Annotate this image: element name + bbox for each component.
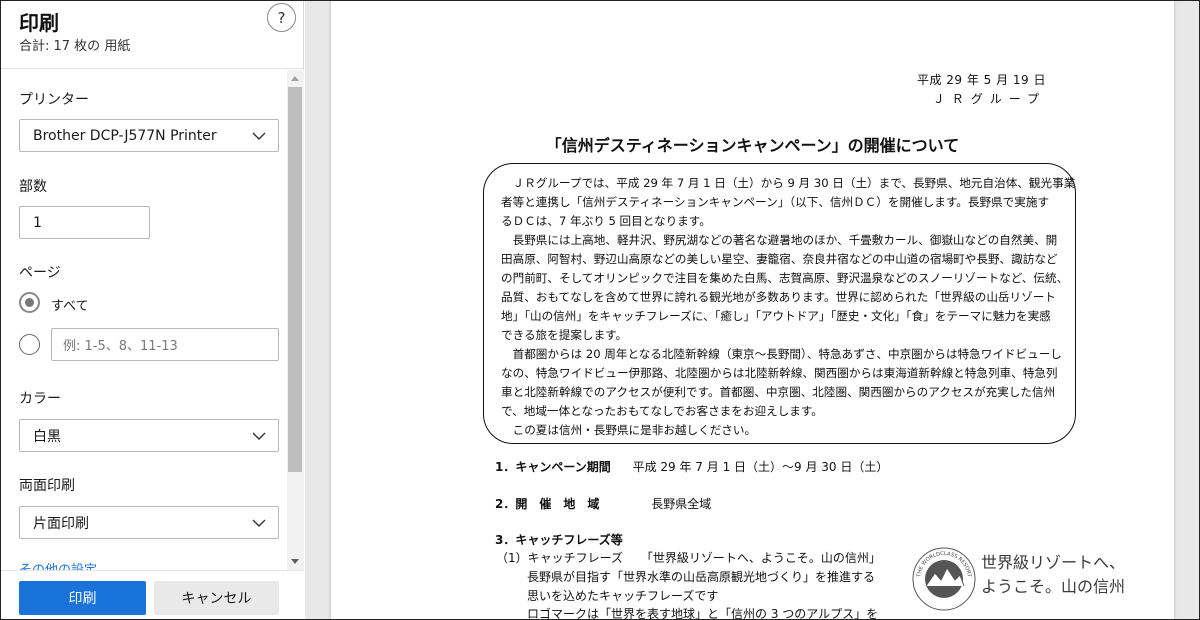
section-2-heading: 2．開 催 地 域 bbox=[495, 497, 600, 511]
section-1-heading: 1．キャンペーン期間 bbox=[495, 460, 611, 474]
summary-line: この夏は信州・長野県に是非お越しください。 bbox=[501, 423, 757, 437]
catchphrase-value: 「世界級リゾートへ、ようこそ。山の信州」 bbox=[640, 551, 881, 565]
campaign-logo: THE WORLDCLASS RESORT SHINSHU bbox=[912, 547, 976, 611]
pages-range-radio[interactable] bbox=[19, 334, 40, 355]
sheet-count: 合計: 17 枚の 用紙 bbox=[19, 39, 131, 54]
chevron-down-icon bbox=[252, 432, 266, 440]
more-settings-link[interactable]: その他の設定 bbox=[19, 559, 97, 570]
summary-line: の門前町、そしてオリンピックで注目を集めた白馬、志賀高原、野沢温泉などのスノーリ… bbox=[501, 271, 1069, 285]
summary-line: るＤＣは、7 年ぶり 5 回目となります。 bbox=[501, 214, 711, 228]
document-title: 「信州デスティネーションキャンペーン」の開催について bbox=[545, 136, 960, 155]
document-date: 平成 29 年 5 月 19 日 bbox=[916, 73, 1046, 87]
summary-line: 地」「山の信州」をキャッチフレーズに、「癒し」「アウトドア」「歴史・文化」「食」… bbox=[501, 309, 1051, 323]
printer-value: Brother DCP-J577N Printer bbox=[33, 127, 217, 144]
panel-header: 印刷 合計: 17 枚の 用紙 ? bbox=[1, 1, 304, 69]
catchphrase-desc-1: 長野県が目指す「世界水準の山岳高原観光地づくり」を推進する bbox=[527, 570, 876, 584]
copies-input[interactable]: 1 bbox=[19, 206, 150, 239]
summary-line: 長野県には上高地、軽井沢、野尻湖などの著名な避暑地のほか、千畳敷カール、御嶽山な… bbox=[501, 233, 1058, 247]
catchphrase-desc-2: 思いを込めたキャッチフレーズです bbox=[527, 589, 719, 603]
printer-select[interactable]: Brother DCP-J577N Printer bbox=[19, 119, 279, 152]
catchphrase-desc-3: ロゴマークは「世界を表す地球」と「信州の 3 つのアルプス」を bbox=[527, 607, 879, 620]
summary-line: 車と北陸新幹線でのアクセスが便利です。首都圏、中京圏、北陸圏、関西圏からのアクセ… bbox=[501, 385, 1056, 399]
logo-wordmark: 世界級リゾートへ、 ようこそ。山の信州 bbox=[981, 551, 1125, 599]
color-value: 白黒 bbox=[33, 428, 61, 445]
preview-page: 平成 29 年 5 月 19 日 ＪＲグループ 「信州デスティネーションキャンペ… bbox=[331, 1, 1174, 620]
copies-label: 部数 bbox=[19, 179, 47, 195]
summary-line: できる旅を提案します。 bbox=[501, 328, 628, 342]
duplex-value: 片面印刷 bbox=[33, 515, 89, 532]
cancel-button[interactable]: キャンセル bbox=[154, 581, 279, 615]
duplex-select[interactable]: 片面印刷 bbox=[19, 506, 279, 539]
chevron-down-icon bbox=[252, 519, 266, 527]
section-3-heading: 3．キャッチフレーズ等 bbox=[495, 533, 623, 547]
color-select[interactable]: 白黒 bbox=[19, 419, 279, 452]
section-1: 1．キャンペーン期間 平成 29 年 7 月 1 日（土）～9 月 30 日（土… bbox=[495, 458, 888, 475]
color-label: カラー bbox=[19, 391, 61, 407]
section-2-value: 長野県全域 bbox=[651, 497, 712, 511]
printer-label: プリンター bbox=[19, 92, 89, 108]
summary-text: ＪＲグループでは、平成 29 年 7 月 1 日（土）から 9 月 30 日（土… bbox=[501, 174, 1076, 440]
catchphrase-item: （1）キャッチフレーズ 「世界級リゾートへ、ようこそ。山の信州」 bbox=[496, 549, 881, 566]
summary-line: 田高原、阿智村、野辺山高原などの美しい星空、妻籠宿、奈良井宿などの中山道の宿場町… bbox=[501, 252, 1058, 266]
pages-all-label: すべて bbox=[51, 299, 89, 314]
summary-line: なの、特急ワイドビュー伊那路、北陸圏からは北陸新幹線、関西圏からは東海道新幹線と… bbox=[501, 366, 1058, 380]
print-button[interactable]: 印刷 bbox=[19, 581, 146, 615]
summary-line: 品質、おもてなしを含めて世界に誇れる観光地が多数あります。世界に認められた「世界… bbox=[501, 290, 1056, 304]
duplex-label: 両面印刷 bbox=[19, 478, 75, 494]
pages-range-input[interactable]: 例: 1-5、8、11-13 bbox=[51, 328, 279, 361]
panel-footer: 印刷 キャンセル bbox=[1, 570, 304, 619]
print-settings-panel: 印刷 合計: 17 枚の 用紙 ? プリンター Brother DCP-J577… bbox=[1, 1, 304, 619]
print-preview[interactable]: 平成 29 年 5 月 19 日 ＪＲグループ 「信州デスティネーションキャンペ… bbox=[305, 1, 1199, 620]
scroll-down-arrow-icon[interactable] bbox=[291, 559, 299, 564]
dialog-title: 印刷 bbox=[19, 11, 59, 35]
document-organization: ＪＲグループ bbox=[932, 92, 1046, 106]
section-1-value: 平成 29 年 7 月 1 日（土）～9 月 30 日（土） bbox=[632, 460, 889, 474]
pages-all-radio[interactable] bbox=[19, 292, 40, 313]
help-button[interactable]: ? bbox=[267, 3, 296, 32]
summary-line: 首都圏からは 20 周年となる北陸新幹線（東京～長野間）、特急あずさ、中京圏から… bbox=[501, 347, 1062, 361]
summary-line: ＪＲグループでは、平成 29 年 7 月 1 日（土）から 9 月 30 日（土… bbox=[501, 176, 1076, 190]
settings-scroll-area: プリンター Brother DCP-J577N Printer 部数 1 ページ… bbox=[1, 70, 304, 570]
print-window: 印刷 合計: 17 枚の 用紙 ? プリンター Brother DCP-J577… bbox=[0, 0, 1200, 620]
summary-line: 者等と連携し「信州デスティネーションキャンペーン」（以下、信州ＤＣ）を開催します… bbox=[501, 195, 1050, 209]
logo-line-2: ようこそ。山の信州 bbox=[981, 577, 1126, 596]
summary-line: で、地域一体となったおもてなしでお客さまをお迎えします。 bbox=[501, 404, 823, 418]
section-2: 2．開 催 地 域 長野県全域 bbox=[495, 495, 711, 512]
logo-line-1: 世界級リゾートへ、 bbox=[981, 553, 1126, 572]
catchphrase-label: （1）キャッチフレーズ bbox=[496, 551, 624, 565]
pages-label: ページ bbox=[19, 265, 61, 281]
panel-scrollbar[interactable] bbox=[287, 70, 304, 570]
chevron-down-icon bbox=[252, 132, 266, 140]
scroll-thumb[interactable] bbox=[288, 87, 302, 472]
section-3: 3．キャッチフレーズ等 bbox=[495, 531, 623, 548]
scroll-up-arrow-icon[interactable] bbox=[291, 76, 299, 81]
